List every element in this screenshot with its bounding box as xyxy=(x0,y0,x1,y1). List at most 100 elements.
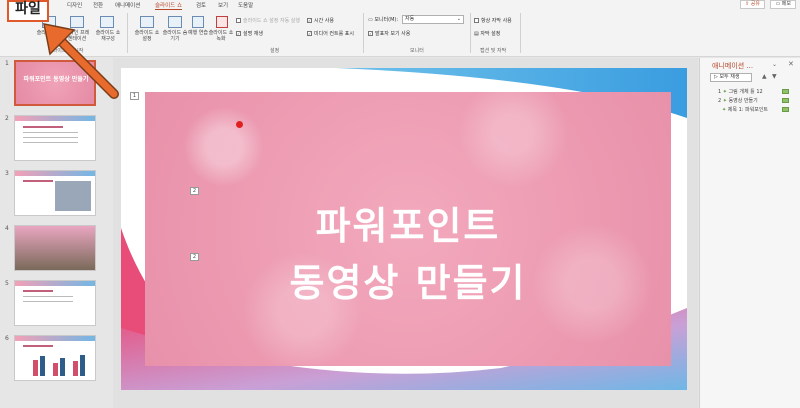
animation-pane-title: 애니메이션 ... xyxy=(712,62,754,70)
anim-item-label: 제목 1: 파워포인트 xyxy=(727,107,769,113)
thumb-line xyxy=(23,142,78,143)
tab-slideshow[interactable]: 슬라이드 쇼 xyxy=(155,1,183,10)
thumb-bar xyxy=(15,116,95,121)
thumb-bar-mark xyxy=(33,360,38,376)
slide-title-line1[interactable]: 파워포인트 xyxy=(145,195,671,250)
hide-slide-icon xyxy=(168,16,182,28)
rehearse-button[interactable]: 예행 연습 xyxy=(188,30,208,36)
ribbon-tab-bar: 디자인 전환 애니메이션 슬라이드 쇼 검토 보기 도움말 ⇪ 공유 ▭ 메모 xyxy=(0,0,800,10)
monitor-select[interactable]: 자동 ⌄ xyxy=(402,15,464,24)
share-button[interactable]: ⇪ 공유 xyxy=(740,0,765,9)
monitor-label-text: 모니터(M): xyxy=(374,17,399,23)
anim-timeline-bar xyxy=(782,89,789,94)
memo-button[interactable]: ▭ 메모 xyxy=(770,0,796,9)
slide-thumbnail[interactable] xyxy=(14,335,96,381)
record-icon xyxy=(216,16,228,28)
thumb-number: 2 xyxy=(5,115,9,122)
thumb-line xyxy=(23,137,78,138)
monitor-label: ▭ 모니터(M): xyxy=(368,16,398,23)
thumb-bar-mark xyxy=(40,356,45,376)
move-down-icon[interactable]: ▼ xyxy=(772,73,777,80)
play-all-label: 모두 재생 xyxy=(719,74,740,80)
monitor-select-value: 자동 xyxy=(405,16,415,22)
thumb-bar-mark xyxy=(60,358,65,376)
record-button[interactable]: 슬라이드 쇼 녹화 xyxy=(206,30,236,42)
close-icon[interactable]: ✕ xyxy=(788,60,794,68)
thumb-line xyxy=(23,301,73,302)
cursor-icon xyxy=(236,121,243,128)
media-controls-checkbox[interactable]: ✓ 미디어 컨트롤 표시 xyxy=(307,30,354,37)
anim-tag[interactable]: 1 xyxy=(130,92,139,100)
tab-review[interactable]: 검토 xyxy=(196,1,206,9)
ribbon-separator xyxy=(363,13,364,53)
group-monitor-label: 모니터 xyxy=(410,48,424,54)
always-subtitles-label: 항상 자막 사용 xyxy=(481,18,512,24)
narration-checkbox[interactable]: 슬라이드 쇼 설정 자동 실행 xyxy=(236,17,300,24)
animation-pane: 애니메이션 ... ⌄ ✕ ▷ 모두 재생 ▲ ▼ 1 ✦ 그림 개체 틀 12… xyxy=(699,58,800,408)
animation-item[interactable]: ✦ 제목 1: 파워포인트 xyxy=(722,106,768,113)
use-timings-label: 시간 사용 xyxy=(314,18,334,24)
thumb-number: 1 xyxy=(5,60,9,67)
rehearse-icon xyxy=(192,16,204,28)
anim-item-label: 그림 개체 틀 12 xyxy=(728,89,763,95)
thumb-bar-mark xyxy=(53,363,58,376)
thumb-bar-mark xyxy=(80,355,85,376)
thumb-number: 6 xyxy=(5,335,9,342)
thumb-number: 3 xyxy=(5,170,9,177)
anim-item-label: 동영상 만들기 xyxy=(728,98,758,104)
move-up-icon[interactable]: ▲ xyxy=(762,73,767,80)
anim-timeline-bar xyxy=(782,98,789,103)
play-all-button[interactable]: ▷ 모두 재생 xyxy=(710,73,752,82)
play-narration-label: 설명 재생 xyxy=(243,31,263,37)
thumb-bar xyxy=(15,336,95,341)
thumb-number: 4 xyxy=(5,225,9,232)
share-label: 공유 xyxy=(750,1,760,7)
ribbon: 슬라이드 쇼 온라인 프레젠테이션 슬라이드 쇼 재구성 슬라이드 쇼 시작 슬… xyxy=(0,10,800,57)
group-caption-label: 캡션 및 자막 xyxy=(480,48,507,54)
slide-thumbnail[interactable] xyxy=(14,225,96,271)
thumb-line xyxy=(23,296,73,297)
slide-title-line2[interactable]: 동영상 만들기 xyxy=(145,252,671,307)
thumb-line xyxy=(23,132,78,133)
ribbon-separator xyxy=(127,13,128,53)
thumb-bar xyxy=(15,281,95,286)
ribbon-separator xyxy=(470,13,471,53)
setup-show-icon xyxy=(140,16,154,28)
narration-label: 슬라이드 쇼 설정 자동 실행 xyxy=(243,18,300,24)
hide-slide-button[interactable]: 슬라이드 숨기기 xyxy=(161,30,189,42)
anim-tag[interactable]: 2 xyxy=(190,187,199,195)
thumb-line xyxy=(23,290,53,292)
tab-transition[interactable]: 전환 xyxy=(93,1,103,9)
presenter-view-checkbox[interactable]: ✓ 발표자 보기 사용 xyxy=(368,30,410,37)
thumb-line xyxy=(23,126,63,128)
presenter-view-label: 발표자 보기 사용 xyxy=(375,31,411,37)
tab-help[interactable]: 도움말 xyxy=(238,1,253,9)
thumb-number: 5 xyxy=(5,280,9,287)
slide-thumbnail[interactable] xyxy=(14,115,96,161)
setup-show-button[interactable]: 슬라이드 쇼 설정 xyxy=(132,30,162,42)
media-controls-label: 미디어 컨트롤 표시 xyxy=(314,31,354,37)
anim-item-number: 1 xyxy=(718,89,722,95)
use-timings-checkbox[interactable]: ✓ 시간 사용 xyxy=(307,17,334,24)
thumb-bar-mark xyxy=(73,361,78,376)
animation-item[interactable]: 1 ✦ 그림 개체 틀 12 xyxy=(718,88,763,95)
memo-label: 메모 xyxy=(781,1,791,7)
tab-view[interactable]: 보기 xyxy=(218,1,228,9)
tab-design[interactable]: 디자인 xyxy=(67,1,82,9)
anim-tag[interactable]: 2 xyxy=(190,253,199,261)
tab-file[interactable]: 파일 xyxy=(7,0,49,22)
chevron-down-icon[interactable]: ⌄ xyxy=(772,61,777,68)
play-narration-checkbox[interactable]: ✓ 설명 재생 xyxy=(236,30,263,37)
always-subtitles-checkbox[interactable]: 항상 자막 사용 xyxy=(474,17,512,24)
subtitle-settings-label: 자막 설정 xyxy=(480,31,501,37)
animation-item[interactable]: 2 ✦ 동영상 만들기 xyxy=(718,97,758,104)
thumb-image xyxy=(55,181,91,211)
tab-animation[interactable]: 애니메이션 xyxy=(115,1,140,9)
slide-thumbnails-panel: 1 파워포인트 동영상 만들기 2 3 4 5 6 xyxy=(0,58,112,408)
slide-thumbnail[interactable] xyxy=(14,170,96,216)
subtitle-settings-button[interactable]: ▤ 자막 설정 xyxy=(474,30,500,37)
ribbon-separator xyxy=(520,13,521,53)
pointer-arrow-icon xyxy=(43,23,119,99)
slide-thumbnail[interactable] xyxy=(14,280,96,326)
anim-timeline-bar xyxy=(782,107,789,112)
